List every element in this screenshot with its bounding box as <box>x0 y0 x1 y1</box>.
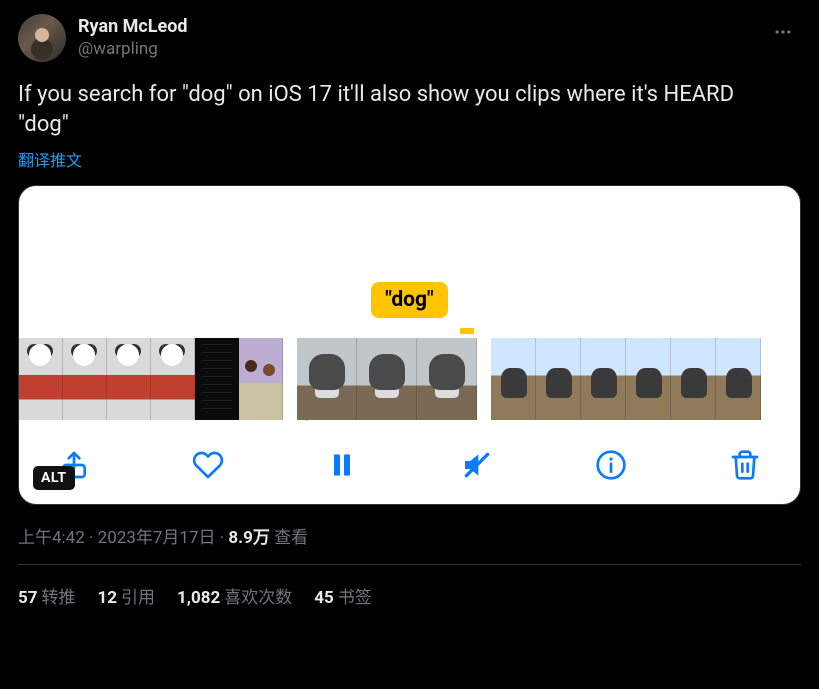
media-controls <box>19 428 800 504</box>
timeline-thumb[interactable] <box>357 338 417 420</box>
timeline-thumb[interactable] <box>195 338 239 420</box>
tweet-time[interactable]: 上午4:42 <box>18 528 85 548</box>
display-name[interactable]: Ryan McLeod <box>78 16 188 39</box>
author-names: Ryan McLeod @warpling <box>78 14 188 60</box>
translate-link[interactable]: 翻译推文 <box>18 147 801 171</box>
timeline-thumb[interactable] <box>581 338 626 420</box>
clip-group[interactable] <box>19 338 283 420</box>
timeline-thumb[interactable] <box>63 338 107 420</box>
timeline-thumb[interactable] <box>716 338 761 420</box>
retweets-stat[interactable]: 57转推 <box>18 583 76 608</box>
clip-group[interactable] <box>491 338 761 420</box>
views-label: 查看 <box>274 528 308 548</box>
delete-button[interactable] <box>728 448 762 482</box>
playhead-marker <box>460 328 474 334</box>
avatar[interactable] <box>18 14 66 62</box>
timeline-thumb[interactable] <box>626 338 671 420</box>
views-count: 8.9万 <box>228 528 269 548</box>
timeline-thumb[interactable] <box>491 338 536 420</box>
like-button[interactable] <box>191 448 225 482</box>
handle[interactable]: @warpling <box>78 39 188 60</box>
tweet-date[interactable]: 2023年7月17日 <box>98 528 216 548</box>
tweet-container: Ryan McLeod @warpling If you search for … <box>18 14 801 608</box>
timeline-thumb[interactable] <box>151 338 195 420</box>
likes-stat[interactable]: 1,082喜欢次数 <box>177 583 292 608</box>
timeline-thumb[interactable] <box>107 338 151 420</box>
timeline-thumb[interactable] <box>417 338 477 420</box>
info-button[interactable] <box>594 448 628 482</box>
clip-group[interactable] <box>297 338 477 420</box>
timeline-thumb[interactable] <box>536 338 581 420</box>
timeline-thumb[interactable] <box>671 338 716 420</box>
timeline-thumb[interactable] <box>297 338 357 420</box>
pause-button[interactable] <box>325 448 359 482</box>
timeline-thumb[interactable] <box>19 338 63 420</box>
tweet-stats: 57转推 12引用 1,082喜欢次数 45书签 <box>18 565 801 608</box>
video-timeline[interactable] <box>19 338 800 428</box>
tweet-meta: 上午4:42 · 2023年7月17日 · 8.9万 查看 <box>18 523 801 548</box>
mute-button[interactable] <box>460 448 494 482</box>
alt-badge[interactable]: ALT <box>33 466 75 490</box>
quotes-stat[interactable]: 12引用 <box>98 583 156 608</box>
tweet-text: If you search for "dog" on iOS 17 it'll … <box>18 80 778 139</box>
media-card[interactable]: "dog" <box>18 185 801 505</box>
timeline-thumb[interactable] <box>239 338 283 420</box>
search-term-badge: "dog" <box>371 282 447 318</box>
bookmarks-stat[interactable]: 45书签 <box>314 583 372 608</box>
tweet-header: Ryan McLeod @warpling <box>18 14 801 62</box>
more-options-button[interactable] <box>765 14 801 50</box>
